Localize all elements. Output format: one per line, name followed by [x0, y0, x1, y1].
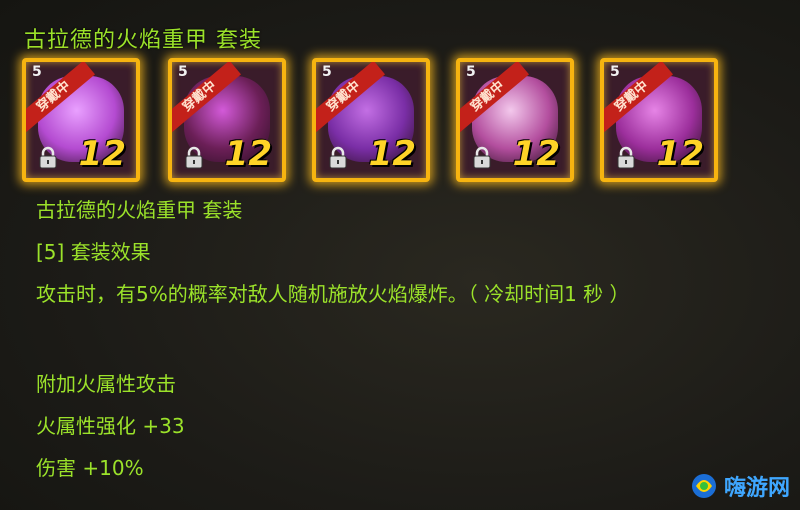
- set-effect-title: [5] 套装效果: [36, 240, 151, 264]
- enhance-level: 12: [512, 134, 560, 174]
- item-set-tooltip: 古拉德的火焰重甲 套装 5 穿戴中 12 5 穿戴中 12 5 穿戴中 12 5 穿戴中 12 5 穿戴中…: [0, 0, 800, 510]
- tooltip-title: 古拉德的火焰重甲 套装: [24, 28, 262, 53]
- lock-icon: [617, 146, 635, 169]
- stat-line-2: 火属性强化 +33: [36, 414, 185, 438]
- equipment-slot[interactable]: 5 穿戴中 12: [312, 58, 430, 182]
- set-effect-description: 攻击时，有5%的概率对敌人随机施放火焰爆炸。（ 冷却时间1 秒 ）: [36, 282, 630, 306]
- slot-grade-stamp: 5: [32, 64, 42, 80]
- equipment-slot[interactable]: 5 穿戴中 12: [600, 58, 718, 182]
- enhance-level: 12: [224, 134, 272, 174]
- equipment-slot[interactable]: 5 穿戴中 12: [456, 58, 574, 182]
- equipment-slot[interactable]: 5 穿戴中 12: [22, 58, 140, 182]
- slot-grade-stamp: 5: [466, 64, 476, 80]
- watermark-text: 嗨游网: [723, 476, 790, 501]
- hiyou-logo-icon: [691, 474, 716, 498]
- enhance-level: 12: [656, 134, 704, 174]
- lock-icon: [329, 146, 347, 169]
- lock-icon: [185, 146, 203, 169]
- slot-grade-stamp: 5: [178, 64, 188, 80]
- stat-line-1: 附加火属性攻击: [36, 372, 176, 396]
- enhance-level: 12: [368, 134, 416, 174]
- slot-grade-stamp: 5: [322, 64, 332, 80]
- stat-line-3: 伤害 +10%: [36, 456, 144, 480]
- equipment-slot[interactable]: 5 穿戴中 12: [168, 58, 286, 182]
- lock-icon: [473, 146, 491, 169]
- site-watermark: 嗨游网: [690, 470, 790, 502]
- set-name: 古拉德的火焰重甲 套装: [36, 198, 243, 222]
- enhance-level: 12: [78, 134, 126, 174]
- slot-grade-stamp: 5: [610, 64, 620, 80]
- equipment-slots: 5 穿戴中 12 5 穿戴中 12 5 穿戴中 12 5 穿戴中 12 5 穿戴中 12: [22, 58, 742, 184]
- lock-icon: [39, 146, 57, 169]
